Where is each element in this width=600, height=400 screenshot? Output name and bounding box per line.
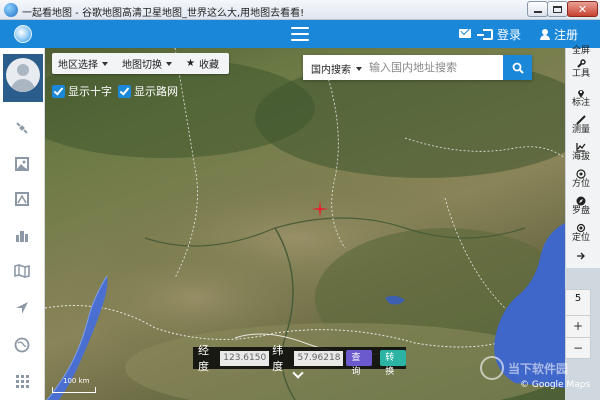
caret-down-icon (166, 61, 172, 66)
tools-button[interactable]: 工具 (566, 59, 596, 79)
scale-bar: 100 km (52, 377, 96, 393)
crosshair-icon (311, 200, 329, 218)
elevation-icon (576, 143, 586, 152)
minimize-icon (533, 10, 542, 13)
scale-label: 100 km (63, 377, 90, 385)
show-crosshair-checkbox[interactable]: 显示十字 (52, 83, 112, 99)
measure-button[interactable]: 测量 (566, 115, 596, 135)
annotate-label: 标注 (571, 98, 590, 108)
elevation-label: 海拔 (571, 152, 590, 162)
window-title-bar: 一起看地图 - 谷歌地图高清卫星地图_世界这么大,用地图去看看! ✕ (0, 0, 600, 20)
login-label: 登录 (497, 28, 522, 42)
compass-icon (576, 196, 586, 206)
locate-label: 定位 (571, 233, 590, 243)
checkbox-checked-icon[interactable] (118, 84, 131, 98)
map-display-options: 显示十字 显示路网 (52, 83, 178, 99)
watermark: 当下软件园 (480, 356, 568, 380)
search-input[interactable] (369, 58, 497, 77)
minimize-button[interactable] (527, 1, 548, 17)
convert-button[interactable]: 转换 (380, 350, 406, 377)
register-button[interactable]: 注册 (540, 26, 578, 43)
locate-button[interactable]: 定位 (566, 223, 596, 243)
star-icon: ★ (186, 58, 195, 69)
pin-icon (578, 90, 584, 98)
target-icon (576, 169, 586, 179)
user-avatar-box[interactable] (3, 54, 43, 102)
mail-icon[interactable] (459, 29, 471, 38)
user-icon (540, 29, 550, 40)
favorites-label: 收藏 (198, 60, 219, 71)
zoom-control: 5 + − (565, 289, 591, 359)
region-select-label: 地区选择 (58, 60, 98, 71)
menu-icon[interactable] (291, 27, 309, 41)
wrench-icon (577, 59, 586, 68)
checkbox-checked-icon[interactable] (52, 84, 65, 98)
show-roads-label: 显示路网 (134, 85, 178, 98)
zoom-in-button[interactable]: + (566, 315, 590, 337)
coordinate-bar: 经度 123.6150 纬度 57.96218 查询 转换 (193, 344, 406, 377)
compass-label: 罗盘 (571, 206, 590, 216)
compass-button[interactable]: 罗盘 (566, 196, 596, 216)
measure-label: 测量 (571, 125, 590, 135)
latitude-label: 纬度 (272, 344, 284, 373)
window-title: 一起看地图 - 谷歌地图高清卫星地图_世界这么大,用地图去看看! (22, 8, 305, 19)
login-button[interactable]: 登录 (477, 26, 522, 43)
favorites-button[interactable]: ★ 收藏 (186, 56, 219, 71)
apps-grid-icon[interactable] (14, 373, 30, 389)
maximize-icon (553, 5, 562, 13)
close-button[interactable]: ✕ (567, 1, 598, 17)
search-scope-label: 国内搜索 (311, 65, 351, 76)
annotate-button[interactable]: 标注 (566, 88, 596, 108)
zoom-level: 5 (574, 293, 582, 304)
map-attribution[interactable]: © Google Maps (520, 380, 590, 390)
expand-arrow-button[interactable] (566, 251, 596, 261)
sign-in-icon (477, 29, 493, 40)
map-switch-dropdown[interactable]: 地图切换 (122, 56, 172, 71)
locate-icon (576, 223, 586, 233)
elevation-button[interactable]: 海拔 (566, 142, 596, 162)
show-crosshair-label: 显示十字 (68, 85, 112, 98)
map-toolbar: 地区选择 地图切换 ★ 收藏 (52, 53, 229, 74)
navigation-icon[interactable] (14, 300, 30, 316)
register-label: 注册 (554, 28, 579, 42)
search-button[interactable] (503, 55, 532, 80)
photo-icon[interactable] (14, 156, 30, 172)
app-header: 登录 注册 (0, 20, 600, 48)
latitude-value[interactable]: 57.96218 (294, 350, 344, 366)
caret-down-icon (102, 61, 108, 66)
map-frame-icon[interactable] (14, 191, 30, 207)
ruler-icon (576, 115, 586, 125)
bearing-label: 方位 (571, 179, 590, 189)
map-switch-label: 地图切换 (122, 60, 162, 71)
longitude-value[interactable]: 123.6150 (220, 350, 270, 366)
search-icon (512, 62, 524, 74)
longitude-label: 经度 (198, 344, 209, 373)
satellite-icon[interactable] (14, 120, 30, 136)
show-roads-checkbox[interactable]: 显示路网 (118, 83, 178, 99)
avatar[interactable] (6, 58, 40, 92)
query-button[interactable]: 查询 (346, 350, 373, 377)
tools-label: 工具 (571, 69, 590, 79)
bearing-button[interactable]: 方位 (566, 169, 596, 189)
maximize-button[interactable] (547, 1, 568, 17)
address-search: 国内搜索 (303, 55, 532, 80)
left-sidebar (0, 48, 45, 400)
fullscreen-label: 全屏 (571, 46, 590, 56)
arrow-right-icon (577, 252, 585, 260)
search-scope-dropdown[interactable]: 国内搜索 (311, 61, 362, 76)
globe-logo-icon[interactable] (14, 25, 32, 43)
watermark-logo-icon (480, 356, 504, 380)
region-select-dropdown[interactable]: 地区选择 (58, 56, 108, 71)
zoom-out-button[interactable]: − (566, 337, 590, 359)
buildings-icon[interactable] (14, 228, 30, 244)
fullscreen-button[interactable]: 全屏 (566, 46, 596, 56)
right-tool-panel: 全屏 工具 标注 测量 海拔 方位 罗盘 定位 (565, 46, 600, 268)
globe-icon[interactable] (14, 337, 30, 353)
watermark-text: 当下软件园 (508, 361, 569, 376)
app-logo-icon (4, 3, 18, 17)
folded-map-icon[interactable] (14, 263, 30, 279)
close-icon: ✕ (577, 2, 588, 16)
caret-down-icon (356, 66, 362, 71)
